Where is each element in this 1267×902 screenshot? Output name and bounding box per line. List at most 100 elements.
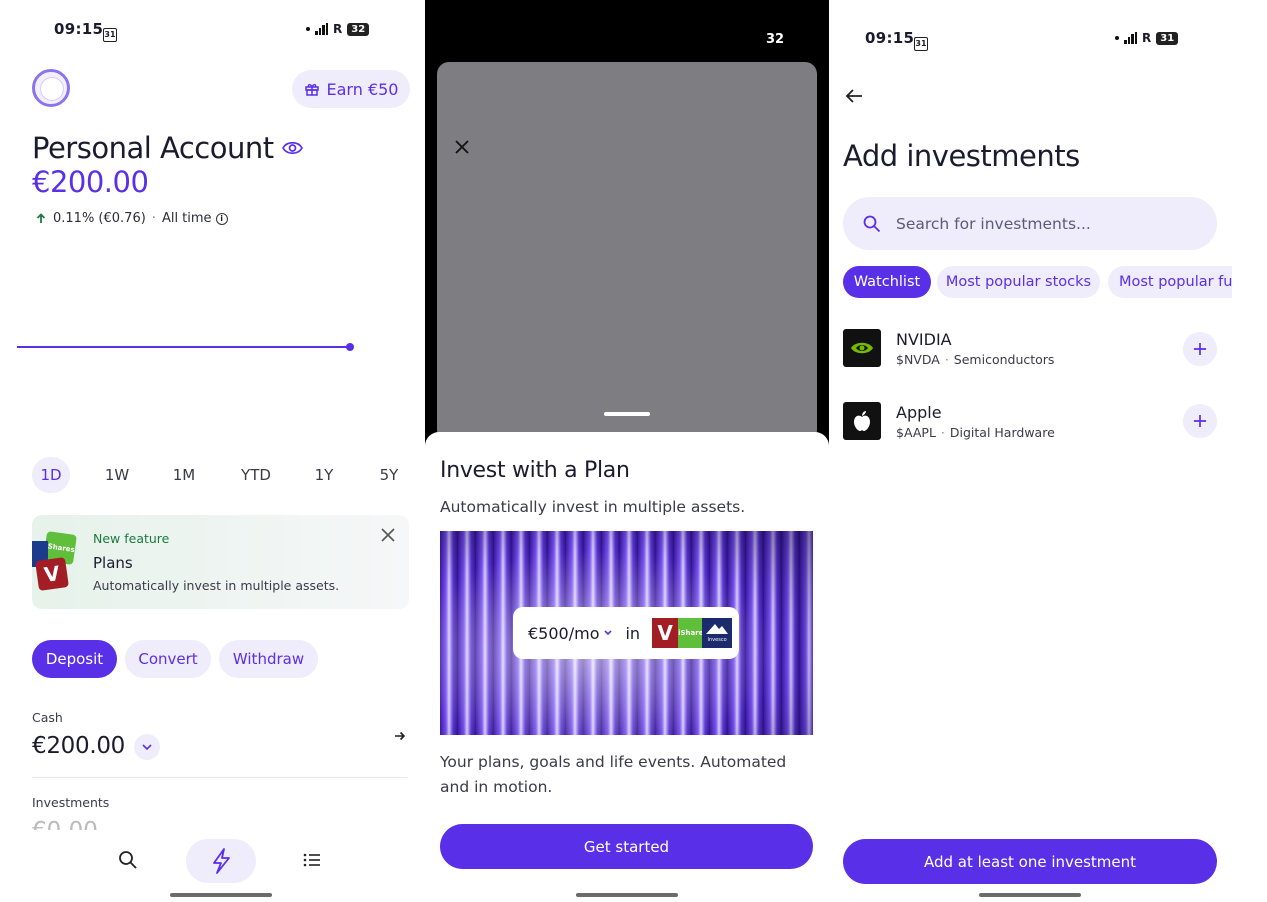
- home-indicator: [979, 893, 1081, 897]
- sheet-subtitle: Automatically invest in multiple assets.: [440, 498, 746, 516]
- timeframe-selector: 1D 1W 1M YTD 1Y 5Y: [32, 457, 414, 493]
- close-icon[interactable]: [455, 140, 469, 154]
- promo-amount-card: €500/mo in V iShares Invesco: [513, 607, 739, 659]
- dot-icon: [306, 27, 310, 31]
- item-name: NVIDIA: [896, 330, 952, 349]
- screen-add-investments: 09:15 31 R 31 Add investments Search for…: [829, 0, 1267, 902]
- chart-endpoint: [346, 343, 354, 351]
- item-name: Apple: [896, 403, 942, 422]
- timeframe-1y[interactable]: 1Y: [305, 457, 343, 493]
- promo-amount: €500/mo: [528, 623, 600, 643]
- chevron-down-icon: [603, 629, 613, 637]
- investments-value: €0.00: [32, 818, 98, 830]
- apple-logo: [843, 402, 881, 440]
- divider: [32, 777, 408, 778]
- battery-icon: 31: [1156, 31, 1179, 45]
- change-period: All time: [161, 211, 212, 226]
- gift-icon: [304, 81, 320, 97]
- tab-most-popular-funds[interactable]: Most popular funds: [1108, 266, 1232, 298]
- item-meta: $NVDA · Semiconductors: [896, 352, 1055, 367]
- status-indicators: R 32: [306, 22, 370, 36]
- battery-icon: 32: [347, 22, 370, 36]
- arrow-right-icon[interactable]: [394, 730, 406, 742]
- close-icon[interactable]: [381, 528, 395, 542]
- sheet-description: Your plans, goals and life events. Autom…: [440, 753, 787, 796]
- search-icon: [119, 851, 137, 869]
- carrier-label: R: [1142, 31, 1152, 45]
- timeframe-1m[interactable]: 1M: [165, 457, 203, 493]
- timeframe-5y[interactable]: 5Y: [370, 457, 408, 493]
- screen-plan-promo: 32 Invest with a Plan Automatically inve…: [425, 0, 829, 902]
- plans-banner[interactable]: iShares V New feature Plans Automaticall…: [32, 515, 409, 609]
- balance-chart: [16, 340, 361, 354]
- plus-icon: [1194, 415, 1206, 427]
- info-icon[interactable]: i: [215, 212, 228, 225]
- banner-subtitle: Automatically invest in multiple assets.: [93, 578, 340, 593]
- signal-icon: [1124, 32, 1137, 44]
- calendar-icon: 31: [103, 22, 117, 42]
- balance-value: €200.00: [32, 165, 149, 199]
- banner-tag: New feature: [93, 531, 170, 546]
- timeframe-1w[interactable]: 1W: [98, 457, 136, 493]
- avatar-inner-icon: [40, 77, 64, 101]
- add-button[interactable]: [1183, 404, 1217, 438]
- change-text: 0.11% (€0.76): [53, 211, 146, 226]
- timeframe-ytd[interactable]: YTD: [234, 457, 278, 493]
- search-icon: [863, 215, 881, 233]
- earn-button[interactable]: Earn €50: [292, 70, 410, 108]
- dot-icon: [1115, 36, 1119, 40]
- cash-expand-button[interactable]: [134, 734, 160, 760]
- convert-button[interactable]: Convert: [125, 640, 211, 678]
- vanguard-logo: V: [652, 618, 679, 648]
- cash-label: Cash: [32, 710, 63, 725]
- status-time: 09:15: [865, 29, 915, 47]
- ishares-logo: iShares: [678, 618, 703, 648]
- search-input[interactable]: Search for investments...: [843, 197, 1217, 250]
- deposit-button[interactable]: Deposit: [32, 640, 117, 678]
- calendar-icon: 31: [914, 31, 928, 51]
- timeframe-1d[interactable]: 1D: [32, 457, 70, 493]
- invesco-logo: Invesco: [702, 618, 733, 648]
- arrow-up-icon: [36, 213, 46, 224]
- search-placeholder: Search for investments...: [896, 214, 1091, 233]
- filter-tabs: Watchlist Most popular stocks Most popul…: [843, 266, 1232, 298]
- withdraw-button[interactable]: Withdraw: [219, 640, 318, 678]
- nvidia-logo: [843, 329, 881, 367]
- chevron-down-icon: [142, 744, 152, 751]
- item-meta: $AAPL · Digital Hardware: [896, 425, 1055, 440]
- screen-portfolio: 09:15 31 R 32 Earn €50 Personal Account …: [0, 0, 425, 902]
- earn-label: Earn €50: [326, 79, 399, 99]
- plan-sheet: Invest with a Plan Automatically invest …: [425, 432, 829, 902]
- invest-tab[interactable]: [186, 839, 256, 883]
- plus-icon: [1194, 343, 1206, 355]
- status-battery: 32: [766, 32, 785, 47]
- avatar[interactable]: [32, 69, 70, 107]
- list-tab[interactable]: [303, 852, 321, 868]
- get-started-button[interactable]: Get started: [440, 824, 813, 869]
- tab-watchlist[interactable]: Watchlist: [843, 266, 931, 298]
- list-item[interactable]: NVIDIA $NVDA · Semiconductors: [843, 328, 1217, 370]
- back-button[interactable]: [845, 88, 863, 104]
- banner-title: Plans: [93, 554, 133, 572]
- search-tab[interactable]: [118, 850, 138, 870]
- lightning-icon: [213, 848, 230, 874]
- sheet-grabber[interactable]: [604, 412, 650, 416]
- dimmed-sheet-backdrop: [437, 62, 817, 442]
- sheet-title: Invest with a Plan: [440, 458, 630, 483]
- eye-icon[interactable]: [282, 140, 303, 156]
- add-investment-button[interactable]: Add at least one investment: [843, 839, 1217, 884]
- cash-value: €200.00: [32, 733, 126, 759]
- tab-most-popular-stocks[interactable]: Most popular stocks: [937, 266, 1100, 298]
- carrier-label: R: [333, 22, 343, 36]
- account-title: Personal Account: [32, 131, 274, 165]
- investments-label: Investments: [32, 795, 110, 810]
- bottom-nav: [0, 832, 425, 892]
- promo-logos: V iShares Invesco: [652, 618, 733, 648]
- arrow-left-icon: [845, 89, 862, 103]
- promo-image: €500/mo in V iShares Invesco: [440, 531, 813, 735]
- add-button[interactable]: [1183, 332, 1217, 366]
- performance-row: 0.11% (€0.76) · All time i: [36, 211, 228, 226]
- list-item[interactable]: Apple $AAPL · Digital Hardware: [843, 401, 1217, 443]
- status-indicators: R 31: [1115, 31, 1179, 45]
- vanguard-logo: V: [35, 557, 69, 591]
